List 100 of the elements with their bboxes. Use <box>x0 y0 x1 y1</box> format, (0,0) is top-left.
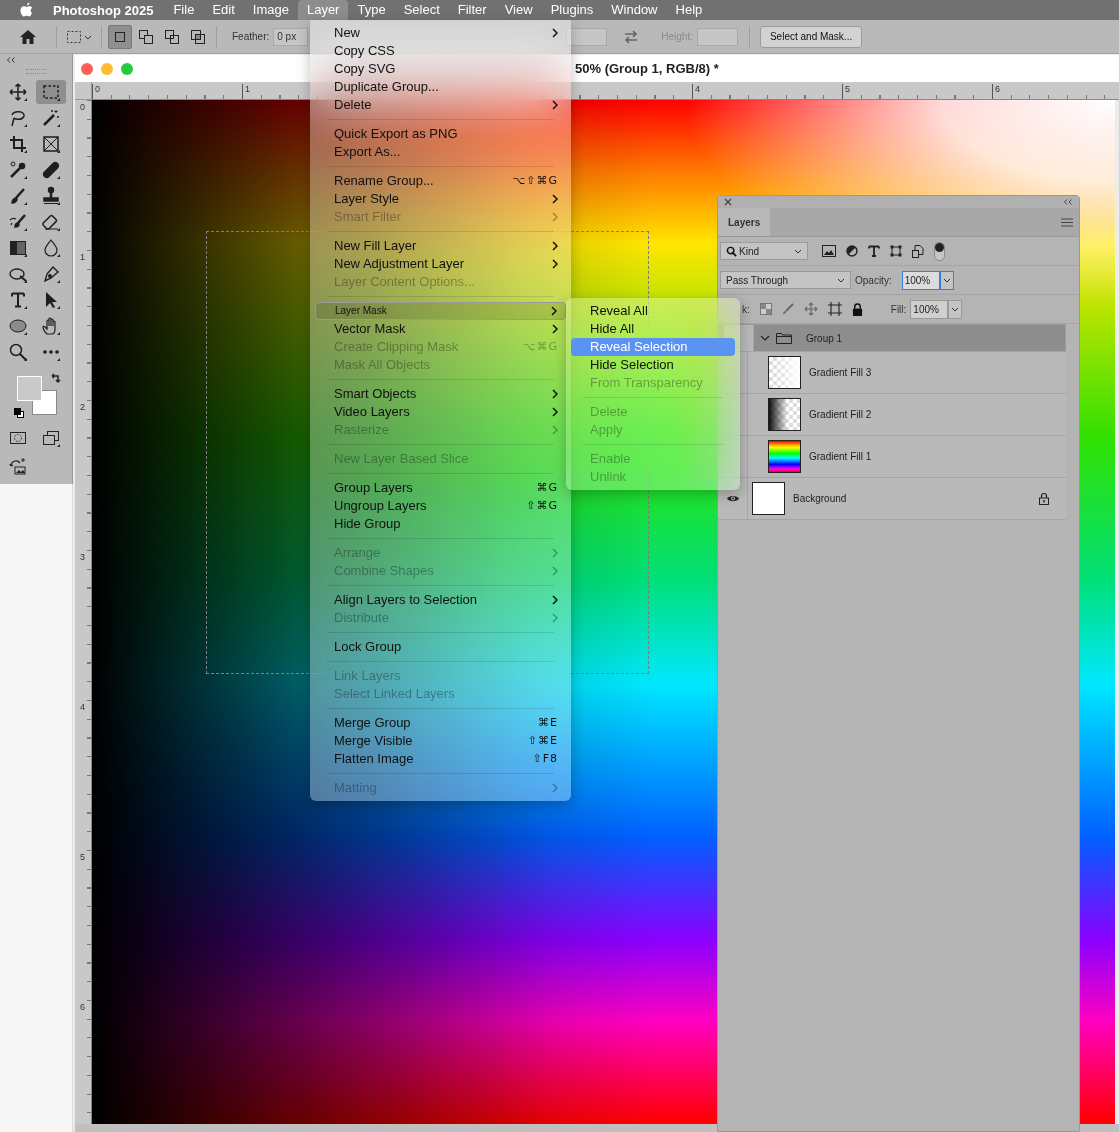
feather-field[interactable]: 0 px <box>273 27 309 46</box>
menu-item[interactable]: Export As... <box>315 143 566 161</box>
menu-item[interactable]: Smart Objects <box>315 385 566 403</box>
shortcut-label: ⇧⌘G <box>526 498 558 514</box>
menu-item[interactable]: Vector Mask <box>315 320 566 338</box>
ruler-label: 1 <box>242 84 250 99</box>
filter-toggle[interactable] <box>934 241 945 261</box>
menu-title[interactable]: Help <box>666 0 712 20</box>
layer-name: Background <box>793 493 847 504</box>
smart-object-filter-icon[interactable] <box>912 244 924 258</box>
height-field[interactable] <box>696 27 738 46</box>
menu-title[interactable]: Type <box>348 0 395 20</box>
search-icon <box>726 245 737 257</box>
menu-item[interactable]: New Fill Layer <box>315 237 566 255</box>
collapse-icon[interactable] <box>1063 199 1073 205</box>
shape-filter-icon[interactable] <box>890 245 902 257</box>
menu-title[interactable]: Image <box>243 0 298 20</box>
lock-transparency-icon[interactable] <box>759 303 772 315</box>
document-title: 50% (Group 1, RGB/8) * <box>575 61 719 76</box>
menu-title[interactable]: Window <box>602 0 667 20</box>
lock-icon[interactable] <box>851 302 863 316</box>
lock-artboard-icon[interactable] <box>827 302 842 316</box>
ruler-label: 4 <box>80 702 85 712</box>
type-filter-icon[interactable] <box>868 245 880 257</box>
lock-position-icon[interactable] <box>803 302 818 316</box>
marquee-icon[interactable] <box>36 80 66 104</box>
feather-label: Feather: <box>232 31 270 42</box>
menu-title[interactable]: Filter <box>448 0 496 20</box>
home-icon[interactable] <box>19 28 37 45</box>
layer-thumbnail <box>752 482 785 515</box>
menu-item[interactable]: Quick Export as PNG <box>315 125 566 143</box>
layer-row[interactable]: Background <box>718 478 1066 520</box>
selection-mode-icon[interactable] <box>108 24 132 49</box>
menu-item[interactable]: Video Layers <box>315 403 566 421</box>
ruler-label: 6 <box>80 1002 85 1012</box>
fill-label: Fill: <box>890 303 907 315</box>
menu-title[interactable]: Layer <box>297 0 349 20</box>
folder-icon <box>776 332 792 344</box>
caret-icon <box>942 277 951 283</box>
opacity-field[interactable]: 100% <box>901 270 940 290</box>
color-swatches-drawing[interactable] <box>13 373 63 419</box>
shortcut-label: ⇧F8 <box>532 751 558 767</box>
layer-thumbnail <box>768 440 801 473</box>
layer-name: Gradient Fill 2 <box>809 409 872 420</box>
caret-icon <box>837 277 845 283</box>
menu-item[interactable]: Copy CSS <box>315 42 566 60</box>
blend-mode-select[interactable]: Pass Through <box>720 271 851 289</box>
menu-item[interactable]: Merge Group ⌘E <box>315 714 566 732</box>
shortcut-label: ⌘G <box>536 480 558 496</box>
chevron-icon[interactable] <box>760 335 770 341</box>
ruler-label: 1 <box>80 252 85 262</box>
menu-item[interactable]: Align Layers to Selection <box>315 591 566 609</box>
menu-title[interactable]: View <box>495 0 542 20</box>
menu-title[interactable]: Plugins <box>541 0 603 20</box>
caret-icon <box>951 306 960 312</box>
lock-label: k: <box>742 303 750 315</box>
apple-icon[interactable] <box>20 2 34 18</box>
menu-item[interactable]: Ungroup Layers ⇧⌘G <box>315 497 566 515</box>
swap-icon[interactable] <box>623 29 640 44</box>
menu-item[interactable]: Delete <box>315 96 566 114</box>
app-name[interactable]: Photoshop 2025 <box>53 2 154 18</box>
menu-item[interactable]: Reveal All <box>571 302 735 320</box>
menu-item[interactable]: Lock Group <box>315 638 566 656</box>
adjustment-filter-icon[interactable] <box>846 245 858 257</box>
ruler-label: 3 <box>80 552 85 562</box>
menu-title[interactable]: Edit <box>203 0 244 20</box>
menu-item[interactable]: Duplicate Group... <box>315 78 566 96</box>
menu-item[interactable]: Copy SVG <box>315 60 566 78</box>
menu-item[interactable]: Merge Visible ⇧⌘E <box>315 732 566 750</box>
layer-row[interactable]: Gradient Fill 1 <box>718 436 1066 478</box>
menu-title[interactable]: File <box>164 0 204 20</box>
width-field[interactable] <box>566 27 608 46</box>
menu-item[interactable]: Group Layers ⌘G <box>315 479 566 497</box>
shortcut-label: ⌘E <box>538 715 558 731</box>
menu-item[interactable]: New Adjustment Layer <box>315 255 566 273</box>
layer-row[interactable]: Group 1 <box>718 324 1066 352</box>
menu-item[interactable]: Hide Group <box>315 515 566 533</box>
ruler-label: 0 <box>92 84 100 99</box>
menu-title[interactable]: Select <box>394 0 449 20</box>
eye-icon[interactable] <box>725 494 740 503</box>
close-window-button[interactable] <box>81 62 93 75</box>
ruler-label: 6 <box>992 84 1000 99</box>
select-and-mask-button[interactable]: Select and Mask... <box>759 25 863 48</box>
menu-item[interactable]: Rename Group... ⌥⇧⌘G <box>315 172 566 190</box>
panel-tab[interactable]: Layers <box>718 208 771 236</box>
menu-item[interactable]: Layer Style <box>315 190 566 208</box>
layer-thumbnail <box>768 398 801 431</box>
grip-handle[interactable] <box>26 69 46 74</box>
menu-icon[interactable] <box>1061 217 1073 227</box>
menu-item[interactable]: New <box>315 24 566 42</box>
close-icon[interactable] <box>724 198 732 206</box>
collapse-icon[interactable] <box>6 57 16 63</box>
filter-kind-select[interactable]: Kind <box>720 242 808 260</box>
fill-field[interactable]: 100% <box>910 299 949 319</box>
lock-pixels-icon[interactable] <box>781 303 794 315</box>
image-filter-icon[interactable] <box>822 245 836 257</box>
ruler-label: 5 <box>842 84 850 99</box>
caret-icon <box>794 248 802 254</box>
menu-item[interactable]: Layer Mask <box>315 302 566 320</box>
menu-item[interactable]: Flatten Image ⇧F8 <box>315 750 566 768</box>
